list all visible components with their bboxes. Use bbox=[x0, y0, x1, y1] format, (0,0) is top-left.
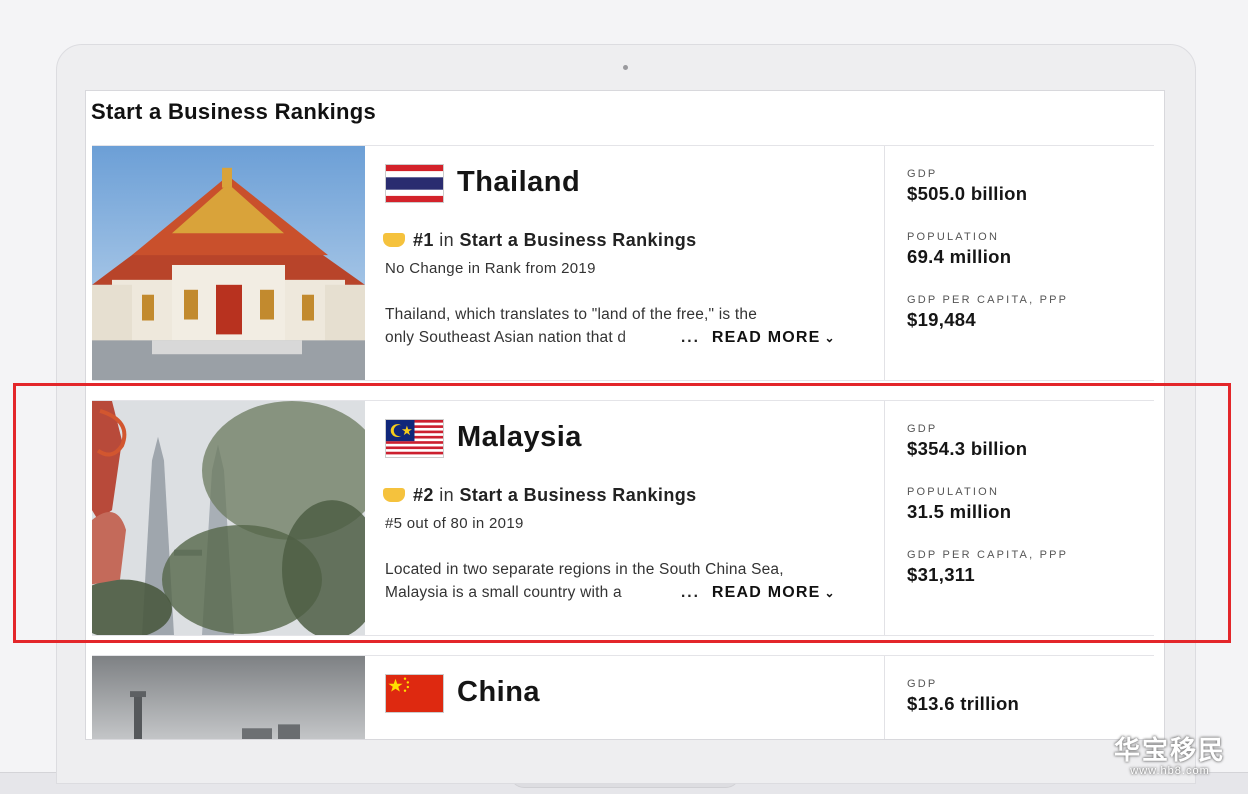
stat-label: GDP bbox=[907, 168, 938, 180]
stat-value: 31.5 million bbox=[907, 501, 1012, 522]
ranking-name: Start a Business Rankings bbox=[459, 230, 697, 250]
stat-value: $31,311 bbox=[907, 564, 975, 585]
watermark: 华宝移民 www.hb8.com bbox=[1114, 730, 1226, 777]
stat-label: POPULATION bbox=[907, 231, 1000, 243]
stats-panel: GDP $354.3 billion POPULATION 31.5 milli… bbox=[884, 401, 1154, 635]
description-line: only Southeast Asian nation that d bbox=[385, 329, 627, 346]
rank-in: in bbox=[439, 485, 455, 505]
stat-gdp: GDP $505.0 billion bbox=[907, 168, 1027, 205]
country-card-thailand[interactable]: Thailand #1 in Start a Business Rankings… bbox=[92, 145, 1154, 381]
stats-panel: GDP $505.0 billion POPULATION 69.4 milli… bbox=[884, 146, 1154, 380]
thailand-temple-photo bbox=[92, 146, 365, 380]
ellipsis: ... bbox=[681, 584, 700, 601]
stat-gdp-per-capita: GDP PER CAPITA, PPP $31,311 bbox=[907, 549, 1068, 586]
country-card-malaysia[interactable]: Malaysia #2 in Start a Business Rankings… bbox=[92, 400, 1154, 636]
read-more-button[interactable]: READ MORE ⌄ bbox=[712, 326, 836, 350]
watermark-chars: 华宝移民 bbox=[1114, 736, 1227, 766]
stat-gdp: GDP $13.6 trillion bbox=[907, 678, 1019, 715]
rank-number: #1 bbox=[413, 230, 434, 250]
description-line: Thailand, which translates to "land of t… bbox=[385, 306, 758, 323]
stat-label: GDP bbox=[907, 423, 938, 435]
card-body: Malaysia #2 in Start a Business Rankings… bbox=[365, 401, 884, 635]
watermark-url: www.hb8.com bbox=[1130, 765, 1210, 777]
camera-dot bbox=[623, 65, 628, 70]
ellipsis: ... bbox=[681, 329, 700, 346]
description-line: Located in two separate regions in the S… bbox=[385, 561, 784, 578]
description-line: Malaysia is a small country with a bbox=[385, 584, 622, 601]
gold-ribbon-icon bbox=[383, 233, 405, 247]
malaysia-towers-photo bbox=[92, 401, 365, 635]
rank-in: in bbox=[439, 230, 455, 250]
stat-population: POPULATION 69.4 million bbox=[907, 231, 1011, 268]
stat-population: POPULATION 31.5 million bbox=[907, 486, 1011, 523]
ranking-name: Start a Business Rankings bbox=[459, 485, 697, 505]
stat-value: $505.0 billion bbox=[907, 183, 1028, 204]
stats-panel: GDP $13.6 trillion bbox=[884, 656, 1154, 739]
country-name[interactable]: Malaysia bbox=[457, 421, 582, 454]
read-more-label: READ MORE bbox=[711, 329, 821, 346]
rank-number: #2 bbox=[413, 485, 434, 505]
read-more-button[interactable]: READ MORE ⌄ bbox=[712, 581, 836, 605]
stat-value: $13.6 trillion bbox=[907, 693, 1020, 714]
thailand-flag-icon bbox=[385, 164, 444, 203]
country-name[interactable]: China bbox=[457, 676, 540, 709]
rank-change: No Change in Rank from 2019 bbox=[385, 260, 596, 277]
read-more-label: READ MORE bbox=[711, 584, 821, 601]
country-name[interactable]: Thailand bbox=[457, 166, 580, 199]
page-title: Start a Business Rankings bbox=[91, 99, 377, 124]
stat-label: GDP bbox=[907, 678, 938, 690]
stat-label: GDP PER CAPITA, PPP bbox=[907, 294, 1069, 306]
card-body: China bbox=[365, 656, 884, 739]
card-body: Thailand #1 in Start a Business Rankings… bbox=[365, 146, 884, 380]
stat-value: 69.4 million bbox=[907, 246, 1012, 267]
stat-label: GDP PER CAPITA, PPP bbox=[907, 549, 1069, 561]
gold-ribbon-icon bbox=[383, 488, 405, 502]
description: Located in two separate regions in the S… bbox=[385, 558, 865, 605]
chevron-down-icon: ⌄ bbox=[824, 331, 836, 345]
rank-line: #1 in Start a Business Rankings bbox=[383, 230, 697, 251]
rank-change: #5 out of 80 in 2019 bbox=[385, 515, 524, 532]
stat-label: POPULATION bbox=[907, 486, 1000, 498]
stat-gdp-per-capita: GDP PER CAPITA, PPP $19,484 bbox=[907, 294, 1068, 331]
malaysia-flag-icon bbox=[385, 419, 444, 458]
stat-value: $19,484 bbox=[907, 309, 976, 330]
description: Thailand, which translates to "land of t… bbox=[385, 303, 865, 350]
china-skyline-photo bbox=[92, 656, 365, 739]
chevron-down-icon: ⌄ bbox=[824, 586, 836, 600]
rank-line: #2 in Start a Business Rankings bbox=[383, 485, 697, 506]
stat-value: $354.3 billion bbox=[907, 438, 1028, 459]
china-flag-icon bbox=[385, 674, 444, 713]
country-card-china[interactable]: China GDP $13.6 trillion bbox=[92, 655, 1154, 739]
browser-viewport: Start a Business Rankings Thailand #1 in… bbox=[85, 90, 1165, 740]
stat-gdp: GDP $354.3 billion bbox=[907, 423, 1027, 460]
